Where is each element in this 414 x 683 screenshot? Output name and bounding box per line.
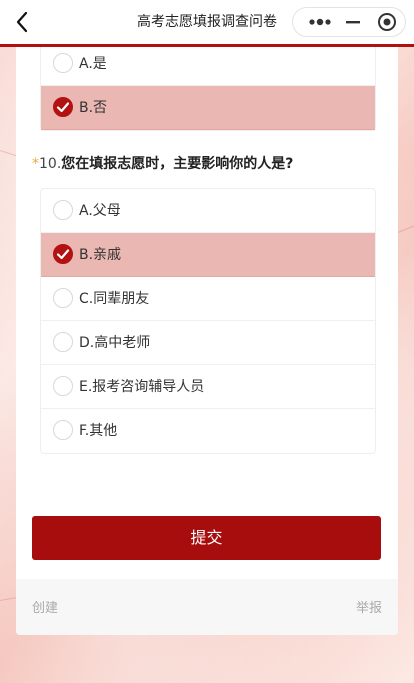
option-label: E.报考咨询辅导人员: [79, 379, 205, 395]
question-options: A.父母 B.亲戚 C.同辈朋友 D.高中老师 E.报考咨询辅导人员 F.其他: [40, 188, 376, 454]
radio-button[interactable]: [53, 376, 73, 396]
minimize-button[interactable]: [341, 8, 365, 36]
option-f-other[interactable]: F.其他: [41, 409, 375, 453]
option-label: A.是: [79, 56, 107, 72]
capsule-menu: [292, 7, 406, 37]
more-dots-icon: [309, 18, 331, 26]
more-button[interactable]: [303, 8, 337, 36]
option-d-teachers[interactable]: D.高中老师: [41, 321, 375, 365]
nav-bar: 高考志愿填报调查问卷: [0, 0, 414, 47]
report-link[interactable]: 举报: [356, 597, 382, 616]
close-target-icon: [378, 13, 396, 31]
option-label: B.亲戚: [79, 247, 122, 263]
survey-card: A.是 B.否 *10.您在填报志愿时，主要影响你的人是? A.父母 B.亲戚 …: [16, 47, 398, 635]
option-label: C.同辈朋友: [79, 291, 150, 307]
option-label: A.父母: [79, 203, 121, 219]
checkmark-icon: [56, 102, 70, 113]
radio-button[interactable]: [53, 420, 73, 440]
option-b-relatives[interactable]: B.亲戚: [41, 233, 375, 277]
question-number: 10.: [39, 156, 62, 172]
option-e-counselors[interactable]: E.报考咨询辅导人员: [41, 365, 375, 409]
question-title: *10.您在填报志愿时，主要影响你的人是?: [32, 153, 293, 173]
checkmark-icon: [56, 249, 70, 260]
radio-button-checked[interactable]: [53, 97, 73, 117]
radio-button[interactable]: [53, 288, 73, 308]
option-b-no[interactable]: B.否: [41, 86, 375, 130]
option-label: D.高中老师: [79, 335, 151, 351]
option-a-parents[interactable]: A.父母: [41, 189, 375, 233]
submit-button[interactable]: 提交: [32, 516, 381, 560]
option-c-peers[interactable]: C.同辈朋友: [41, 277, 375, 321]
minimize-icon: [346, 21, 360, 24]
prev-question-options: A.是 B.否: [40, 47, 376, 131]
create-link[interactable]: 创建: [32, 597, 58, 616]
radio-button[interactable]: [53, 200, 73, 220]
required-mark: *: [32, 156, 39, 172]
page-title: 高考志愿填报调查问卷: [137, 14, 277, 30]
footer: 创建 举报: [16, 579, 398, 635]
option-a-yes[interactable]: A.是: [41, 47, 375, 86]
back-arrow-icon: [16, 11, 28, 33]
radio-button-checked[interactable]: [53, 244, 73, 264]
close-button[interactable]: [373, 8, 401, 36]
back-button[interactable]: [8, 6, 40, 38]
radio-button[interactable]: [53, 332, 73, 352]
option-label: B.否: [79, 100, 108, 116]
option-label: F.其他: [79, 423, 118, 439]
radio-button[interactable]: [53, 53, 73, 73]
question-text: 您在填报志愿时，主要影响你的人是?: [61, 156, 294, 172]
